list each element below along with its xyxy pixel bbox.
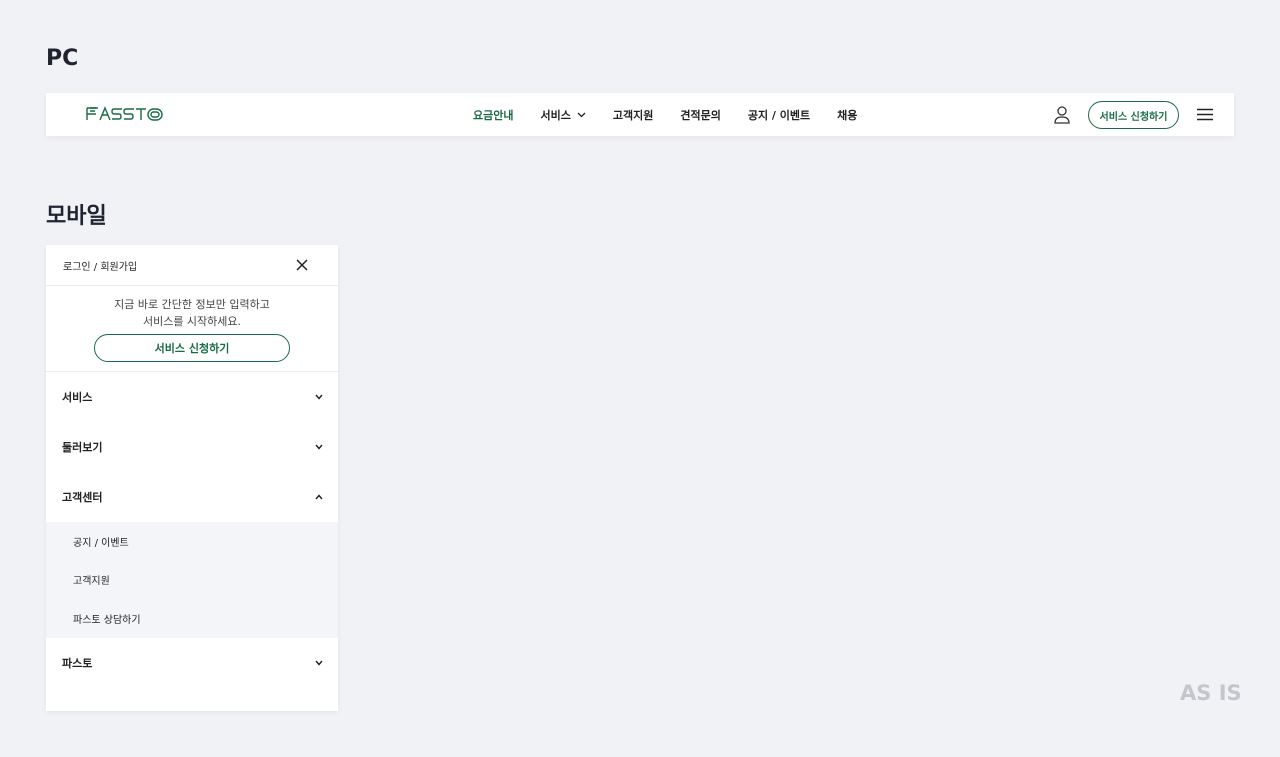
mobile-menu-panel: 로그인 / 회원가입 지금 바로 간단한 정보만 입력하고 서비스를 시작하세요… <box>46 245 338 711</box>
nav-item-label: 공지 / 이벤트 <box>747 108 811 122</box>
promo-line-1: 지금 바로 간단한 정보만 입력하고 <box>114 298 270 311</box>
pc-section-title: PC <box>46 46 79 71</box>
mobile-menu-label: 둘러보기 <box>62 441 103 454</box>
login-signup-link[interactable]: 로그인 / 회원가입 <box>63 258 137 273</box>
mobile-promo: 지금 바로 간단한 정보만 입력하고 서비스를 시작하세요. 서비스 신청하기 <box>46 286 338 372</box>
service-apply-button[interactable]: 서비스 신청하기 <box>1088 101 1179 129</box>
nav-item-notice[interactable]: 공지 / 이벤트 <box>748 107 810 123</box>
pc-header: 요금안내 서비스 고객지원 견적문의 공지 / 이벤트 채용 서비스 신청하기 <box>46 93 1234 136</box>
chevron-down-icon <box>577 112 586 117</box>
as-is-watermark: AS IS <box>1180 681 1242 705</box>
nav-item-quote[interactable]: 견적문의 <box>680 107 720 123</box>
nav-item-label: 요금안내 <box>473 108 514 122</box>
submenu-item-consult[interactable]: 파스토 상담하기 <box>46 599 338 638</box>
nav-item-label: 견적문의 <box>680 108 721 122</box>
nav-item-recruit[interactable]: 채용 <box>837 107 857 123</box>
chevron-up-icon <box>315 494 323 500</box>
mobile-section-title: 모바일 <box>46 204 107 229</box>
mobile-menu-item-service[interactable]: 서비스 <box>46 372 338 422</box>
close-icon[interactable] <box>296 259 308 271</box>
submenu-item-notice[interactable]: 공지 / 이벤트 <box>46 522 338 561</box>
promo-line-2: 서비스를 시작하세요. <box>142 315 242 328</box>
mobile-menu-label: 파스토 <box>62 656 93 670</box>
chevron-down-icon <box>315 394 323 400</box>
nav-item-support[interactable]: 고객지원 <box>613 107 653 123</box>
hamburger-menu-icon[interactable] <box>1197 108 1213 121</box>
mobile-menu-item-explore[interactable]: 둘러보기 <box>46 422 338 472</box>
mobile-menu-label: 고객센터 <box>62 491 103 504</box>
chevron-down-icon <box>315 444 323 450</box>
mobile-menu-label: 서비스 <box>62 391 93 404</box>
customer-center-submenu: 공지 / 이벤트 고객지원 파스토 상담하기 <box>46 522 338 638</box>
pc-nav: 요금안내 서비스 고객지원 견적문의 공지 / 이벤트 채용 <box>473 93 884 136</box>
nav-item-service[interactable]: 서비스 <box>540 107 586 123</box>
nav-item-label: 고객지원 <box>612 108 654 122</box>
submenu-item-support[interactable]: 고객지원 <box>46 561 338 600</box>
user-icon[interactable] <box>1054 106 1070 124</box>
nav-item-pricing[interactable]: 요금안내 <box>473 107 513 123</box>
mobile-menu-top: 로그인 / 회원가입 <box>46 245 338 286</box>
nav-item-label: 서비스 <box>540 108 571 122</box>
mobile-menu-item-fassto[interactable]: 파스토 <box>46 638 338 688</box>
mobile-menu-item-customer-center[interactable]: 고객센터 <box>46 472 338 522</box>
mobile-service-apply-button[interactable]: 서비스 신청하기 <box>94 334 290 362</box>
fassto-logo[interactable] <box>84 105 166 123</box>
chevron-down-icon <box>315 660 323 666</box>
nav-item-label: 채용 <box>837 108 858 122</box>
